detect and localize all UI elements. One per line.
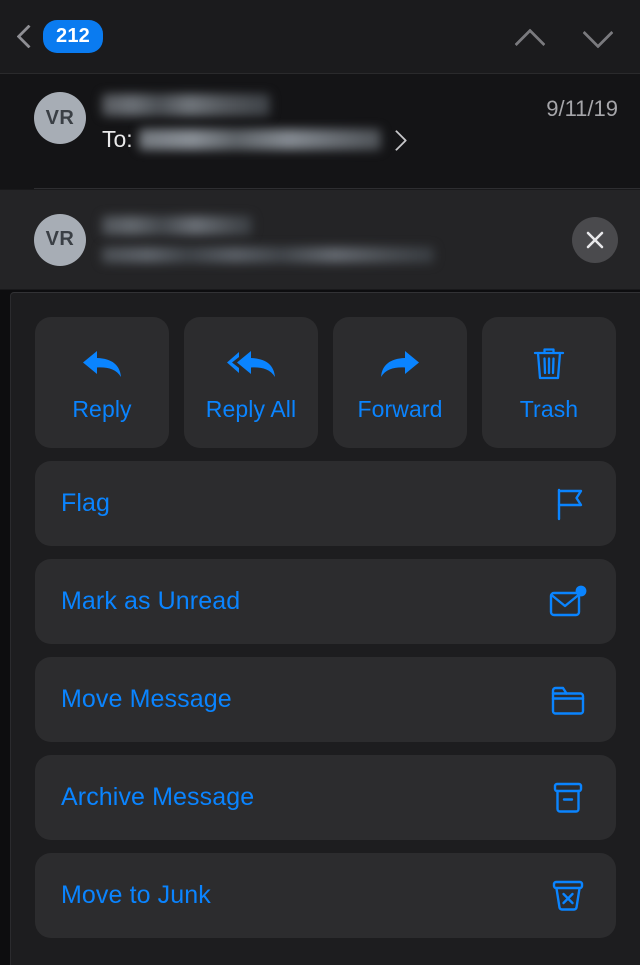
flag-icon (550, 483, 590, 525)
navigation-bar: 212 (0, 0, 640, 74)
archive-box-icon (548, 777, 590, 819)
reply-label: Reply (72, 396, 132, 422)
chevron-left-icon[interactable] (18, 24, 33, 50)
reply-button[interactable]: Reply (35, 317, 169, 448)
reply-icon (79, 342, 125, 386)
action-sheet: Reply Reply All Forward Trash Flag Mark … (10, 292, 640, 965)
recipient-row[interactable]: To: (102, 126, 546, 153)
move-to-junk-label: Move to Junk (61, 881, 211, 909)
recipient-redacted (138, 129, 381, 150)
avatar: VR (34, 92, 86, 144)
mail-message-screen: 212 VR To: 9/11/19 VR Reply Reply All Fo… (0, 0, 640, 965)
unread-count-badge[interactable]: 212 (43, 20, 103, 53)
mark-as-unread-label: Mark as Unread (61, 587, 241, 615)
reply-all-label: Reply All (205, 396, 297, 422)
message-header-body: To: (86, 92, 546, 189)
mark-as-unread-row[interactable]: Mark as Unread (35, 559, 616, 644)
forward-icon (377, 342, 423, 386)
chevron-up-icon[interactable] (512, 22, 546, 52)
trash-button[interactable]: Trash (482, 317, 616, 448)
trash-icon (529, 342, 569, 386)
preview-title-redacted (102, 216, 252, 235)
message-preview-card[interactable]: VR (0, 189, 640, 290)
chevron-right-icon[interactable] (389, 129, 403, 151)
back-button[interactable]: 212 (18, 20, 103, 53)
junk-bin-icon (548, 875, 590, 917)
archive-message-label: Archive Message (61, 783, 255, 811)
message-header: VR To: 9/11/19 (0, 74, 640, 189)
archive-message-row[interactable]: Archive Message (35, 755, 616, 840)
sender-name-redacted (102, 94, 270, 116)
forward-button[interactable]: Forward (333, 317, 467, 448)
close-icon (586, 231, 604, 248)
envelope-badge-icon (546, 582, 590, 622)
avatar: VR (34, 213, 86, 266)
forward-label: Forward (357, 396, 443, 422)
reply-all-button[interactable]: Reply All (184, 317, 318, 448)
move-to-junk-row[interactable]: Move to Junk (35, 853, 616, 938)
message-date: 9/11/19 (546, 96, 618, 121)
move-message-label: Move Message (61, 685, 232, 713)
close-button[interactable] (572, 216, 618, 263)
chevron-down-icon[interactable] (580, 22, 614, 52)
preview-subtitle-redacted (102, 247, 434, 263)
to-label: To: (102, 126, 133, 152)
flag-row[interactable]: Flag (35, 461, 616, 546)
reply-all-icon (223, 342, 279, 386)
message-nav-controls (512, 22, 614, 52)
folder-icon (548, 680, 590, 720)
preview-text (86, 216, 572, 263)
flag-label: Flag (61, 489, 111, 517)
trash-label: Trash (519, 396, 579, 422)
move-message-row[interactable]: Move Message (35, 657, 616, 742)
quick-action-row: Reply Reply All Forward Trash (35, 317, 616, 448)
